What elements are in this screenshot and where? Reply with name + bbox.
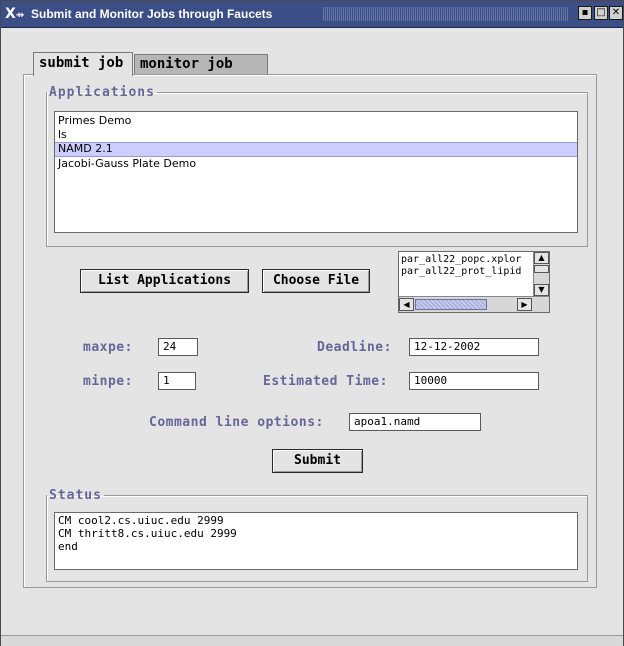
x-logo-icon: X⇸ <box>5 6 25 22</box>
command-line-field[interactable]: apoa1.namd <box>349 413 481 431</box>
submit-button[interactable]: Submit <box>272 449 363 473</box>
maxpe-label: maxpe: <box>83 340 133 355</box>
minimize-icon[interactable]: ▪ <box>578 6 592 20</box>
deadline-label: Deadline: <box>317 340 392 355</box>
horizontal-scrollbar[interactable]: ◀ ▶ <box>399 296 549 312</box>
maximize-icon[interactable]: □ <box>594 6 608 20</box>
app-window: X⇸ Submit and Monitor Jobs through Fauce… <box>0 0 624 646</box>
list-item-selected[interactable]: NAMD 2.1 <box>55 142 577 157</box>
scroll-thumb[interactable] <box>534 265 549 273</box>
title-bar[interactable]: X⇸ Submit and Monitor Jobs through Fauce… <box>1 1 623 28</box>
status-line: CM thritt8.cs.uiuc.edu 2999 <box>58 527 237 540</box>
applications-legend: Applications <box>49 85 155 100</box>
choose-file-button[interactable]: Choose File <box>262 269 370 293</box>
title-stripes <box>323 7 569 21</box>
file-item[interactable]: par_all22_prot_lipid <box>399 266 531 278</box>
status-area[interactable]: CM cool2.cs.uiuc.edu 2999 CM thritt8.cs.… <box>54 512 578 570</box>
close-icon[interactable]: ✕ <box>609 6 623 20</box>
tab-submit-job[interactable]: submit job <box>33 52 133 76</box>
list-item[interactable]: Jacobi-Gauss Plate Demo <box>55 157 577 171</box>
scroll-up-icon[interactable]: ▲ <box>534 252 549 264</box>
file-item[interactable]: par_all22_popc.xplor <box>399 254 531 266</box>
minpe-field[interactable]: 1 <box>158 372 196 390</box>
minpe-label: minpe: <box>83 374 133 389</box>
list-applications-button[interactable]: List Applications <box>80 269 249 293</box>
vertical-scrollbar[interactable]: ▲ ▼ <box>533 252 549 298</box>
bottom-frame <box>1 635 623 646</box>
status-legend: Status <box>49 488 102 503</box>
scroll-left-icon[interactable]: ◀ <box>399 298 414 311</box>
command-line-label: Command line options: <box>149 415 324 430</box>
status-line: CM cool2.cs.uiuc.edu 2999 <box>58 514 224 527</box>
status-line: end <box>58 540 78 553</box>
file-list[interactable]: par_all22_popc.xplor par_all22_prot_lipi… <box>398 251 550 313</box>
maxpe-field[interactable]: 24 <box>158 338 198 356</box>
estimated-time-label: Estimated Time: <box>263 374 388 389</box>
deadline-field[interactable]: 12-12-2002 <box>409 338 539 356</box>
list-item[interactable]: ls <box>55 128 577 142</box>
horizontal-scroll-thumb[interactable] <box>415 299 487 310</box>
estimated-time-field[interactable]: 10000 <box>409 372 539 390</box>
scroll-down-icon[interactable]: ▼ <box>534 284 549 296</box>
scroll-right-icon[interactable]: ▶ <box>517 298 532 311</box>
list-item[interactable]: Primes Demo <box>55 114 577 128</box>
applications-list[interactable]: Primes Demo ls NAMD 2.1 Jacobi-Gauss Pla… <box>54 111 578 233</box>
tab-monitor-job[interactable]: monitor job <box>134 54 268 74</box>
window-title: Submit and Monitor Jobs through Faucets <box>31 7 273 21</box>
